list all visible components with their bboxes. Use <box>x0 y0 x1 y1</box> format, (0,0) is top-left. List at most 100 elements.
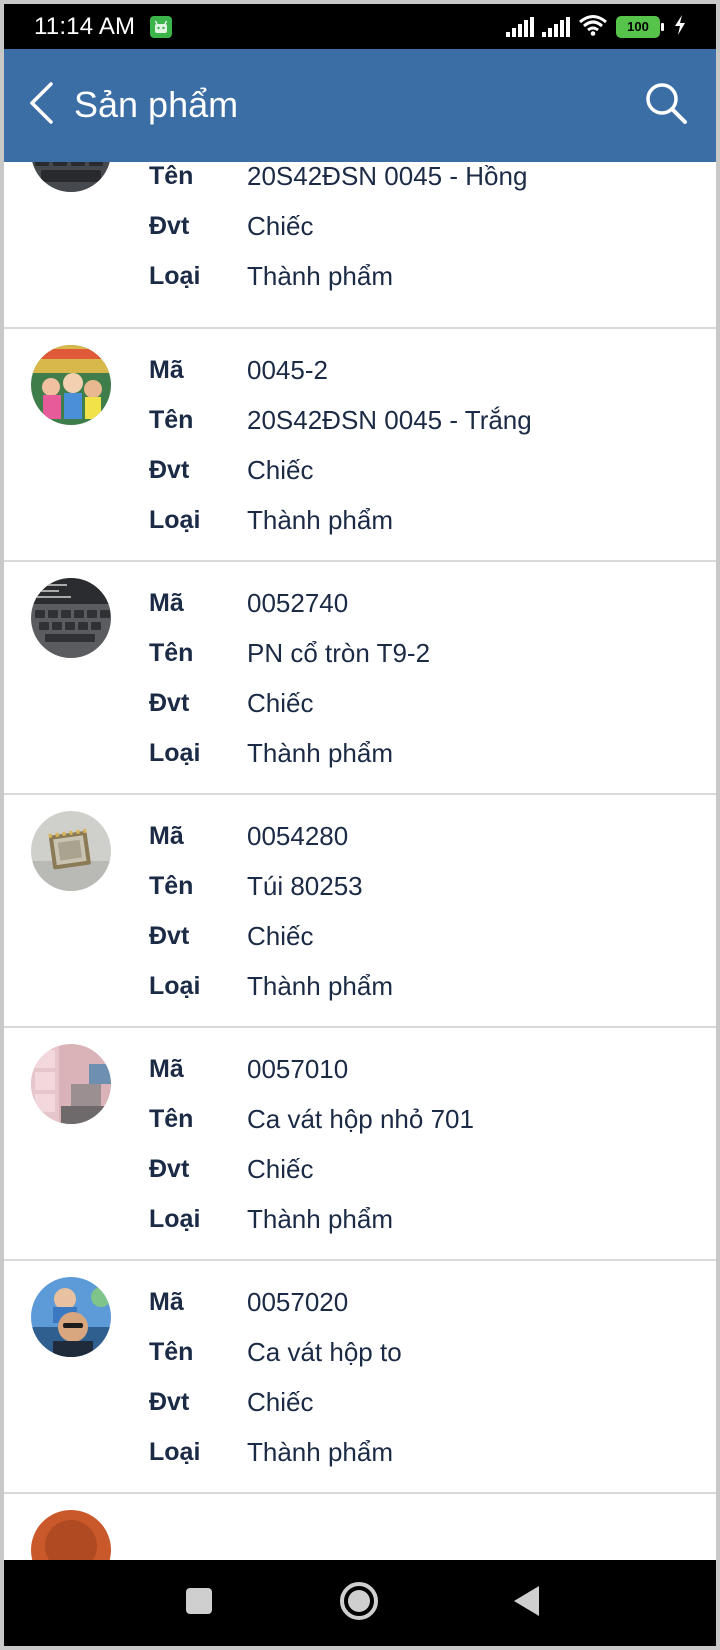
product-list-content: Mã 0045-1 Tên 20S42ĐSN 0045 - Hồng Đvt C… <box>4 162 716 1560</box>
product-list[interactable]: Mã 0045-1 Tên 20S42ĐSN 0045 - Hồng Đvt C… <box>4 162 716 1560</box>
signal-icon <box>506 17 534 37</box>
product-name: Ca vát hộp nhỏ 701 <box>247 1103 474 1134</box>
app-screen: 11:14 AM 100 Sản phẩm Tên 20S42ĐSN 0045 … <box>4 4 716 1646</box>
field-name: Tên Túi 80253 <box>149 861 709 911</box>
product-name: PN cổ tròn T9-2 <box>247 637 431 668</box>
field-label-type: Loại <box>149 261 201 290</box>
field-code: Mã 0057020 <box>149 1277 709 1327</box>
field-label-name: Tên <box>149 638 194 667</box>
field-label-code: Mã <box>149 821 184 850</box>
field-label-type: Loại <box>149 1204 201 1233</box>
product-code: 0054280 <box>247 820 349 851</box>
product-item[interactable]: Mã 0057010 Tên Ca vát hộp nhỏ 701 Đvt Ch… <box>4 1028 716 1261</box>
back-button[interactable] <box>12 75 72 135</box>
field-unit: Đvt Chiếc <box>149 1144 709 1194</box>
product-unit: Chiếc <box>247 920 314 951</box>
product-code: 0057020 <box>247 1286 349 1317</box>
field-label-code: Mã <box>149 1287 184 1316</box>
field-label-unit: Đvt <box>149 211 190 240</box>
status-icons: 100 <box>506 14 686 40</box>
field-label-unit: Đvt <box>149 1387 190 1416</box>
charging-icon <box>674 14 686 40</box>
product-type: Thành phẩm <box>247 1436 393 1467</box>
field-label-type: Loại <box>149 1437 201 1466</box>
field-label-unit: Đvt <box>149 688 190 717</box>
page-title: Sản phẩm <box>74 84 239 125</box>
product-type: Thành phẩm <box>247 260 393 291</box>
product-item[interactable]: Mã 0045-1 Tên 20S42ĐSN 0045 - Hồng Đvt C… <box>4 162 716 329</box>
product-item[interactable]: Mã 0054280 Tên Túi 80253 Đvt Chiếc Loại … <box>4 795 716 1028</box>
field-name: Tên Ca vát hộp to <box>149 1327 709 1377</box>
product-type: Thành phẩm <box>247 970 393 1001</box>
field-label-unit: Đvt <box>149 1154 190 1183</box>
search-button[interactable] <box>636 75 696 135</box>
toys-photo <box>31 345 111 425</box>
field-label-type: Loại <box>149 505 201 534</box>
product-type: Thành phẩm <box>247 1203 393 1234</box>
field-label-code: Mã <box>149 588 184 617</box>
recents-button[interactable] <box>174 1578 224 1628</box>
wifi-icon <box>578 14 608 41</box>
product-item[interactable]: Mã 0045-2 Tên 20S42ĐSN 0045 - Trắng Đvt … <box>4 329 716 562</box>
product-code: 0045-2 <box>247 354 328 385</box>
field-code: Mã 0054280 <box>149 811 709 861</box>
product-type: Thành phẩm <box>247 737 393 768</box>
field-unit: Đvt Chiếc <box>149 1377 709 1427</box>
field-label-name: Tên <box>149 1337 194 1366</box>
chevron-left-icon <box>27 81 57 130</box>
field-name: Tên Ca vát hộp nhỏ 701 <box>149 1094 709 1144</box>
field-label-type: Loại <box>149 971 201 1000</box>
field-code: Mã 0057010 <box>149 1044 709 1094</box>
product-name: 20S42ĐSN 0045 - Trắng <box>247 404 532 435</box>
product-name: 20S42ĐSN 0045 - Hồng <box>247 162 528 191</box>
field-name: Tên 20S42ĐSN 0045 - Trắng <box>149 395 709 445</box>
product-code: 0052740 <box>247 587 349 618</box>
product-unit: Chiếc <box>247 1153 314 1184</box>
field-label-code: Mã <box>149 1054 184 1083</box>
field-unit: Đvt Chiếc <box>149 678 709 728</box>
product-name: Ca vát hộp to <box>247 1336 402 1367</box>
battery-icon: 100 <box>616 16 664 38</box>
field-type: Loại Thành phẩm <box>149 1427 709 1477</box>
product-item-partial[interactable] <box>4 1494 716 1560</box>
field-unit: Đvt Chiếc <box>149 201 709 251</box>
home-circle-icon <box>338 1580 380 1627</box>
signal-icon <box>542 17 570 37</box>
status-time: 11:14 AM <box>34 13 136 40</box>
people-photo <box>31 1277 111 1357</box>
product-item[interactable]: Mã 0057020 Tên Ca vát hộp to Đvt Chiếc L… <box>4 1261 716 1494</box>
system-nav-bar <box>4 1560 716 1646</box>
field-name: Tên 20S42ĐSN 0045 - Hồng <box>149 162 709 201</box>
room-photo <box>31 1044 111 1124</box>
product-unit: Chiếc <box>247 687 314 718</box>
field-type: Loại Thành phẩm <box>149 251 709 301</box>
product-item[interactable]: Mã 0052740 Tên PN cổ tròn T9-2 Đvt Chiếc… <box>4 562 716 795</box>
back-triangle-icon <box>511 1584 543 1623</box>
field-label-unit: Đvt <box>149 921 190 950</box>
app-bar: Sản phẩm <box>4 49 716 162</box>
field-type: Loại Thành phẩm <box>149 728 709 778</box>
product-code: 0057010 <box>247 1053 349 1084</box>
field-label-name: Tên <box>149 871 194 900</box>
product-unit: Chiếc <box>247 454 314 485</box>
product-name: Túi 80253 <box>247 870 363 901</box>
product-unit: Chiếc <box>247 1386 314 1417</box>
field-unit: Đvt Chiếc <box>149 911 709 961</box>
field-code: Mã 0052740 <box>149 578 709 628</box>
home-button[interactable] <box>334 1578 384 1628</box>
field-label-type: Loại <box>149 738 201 767</box>
field-label-name: Tên <box>149 162 194 190</box>
field-type: Loại Thành phẩm <box>149 1194 709 1244</box>
search-icon <box>644 81 688 130</box>
field-label-name: Tên <box>149 405 194 434</box>
product-type: Thành phẩm <box>247 504 393 535</box>
product-photo <box>31 1510 111 1560</box>
status-bar: 11:14 AM 100 <box>4 4 716 49</box>
field-code: Mã 0045-2 <box>149 345 709 395</box>
field-label-code: Mã <box>149 355 184 384</box>
field-unit: Đvt Chiếc <box>149 445 709 495</box>
recents-square-icon <box>184 1586 214 1621</box>
back-nav-button[interactable] <box>502 1578 552 1628</box>
product-unit: Chiếc <box>247 210 314 241</box>
laptop-photo <box>31 578 111 658</box>
